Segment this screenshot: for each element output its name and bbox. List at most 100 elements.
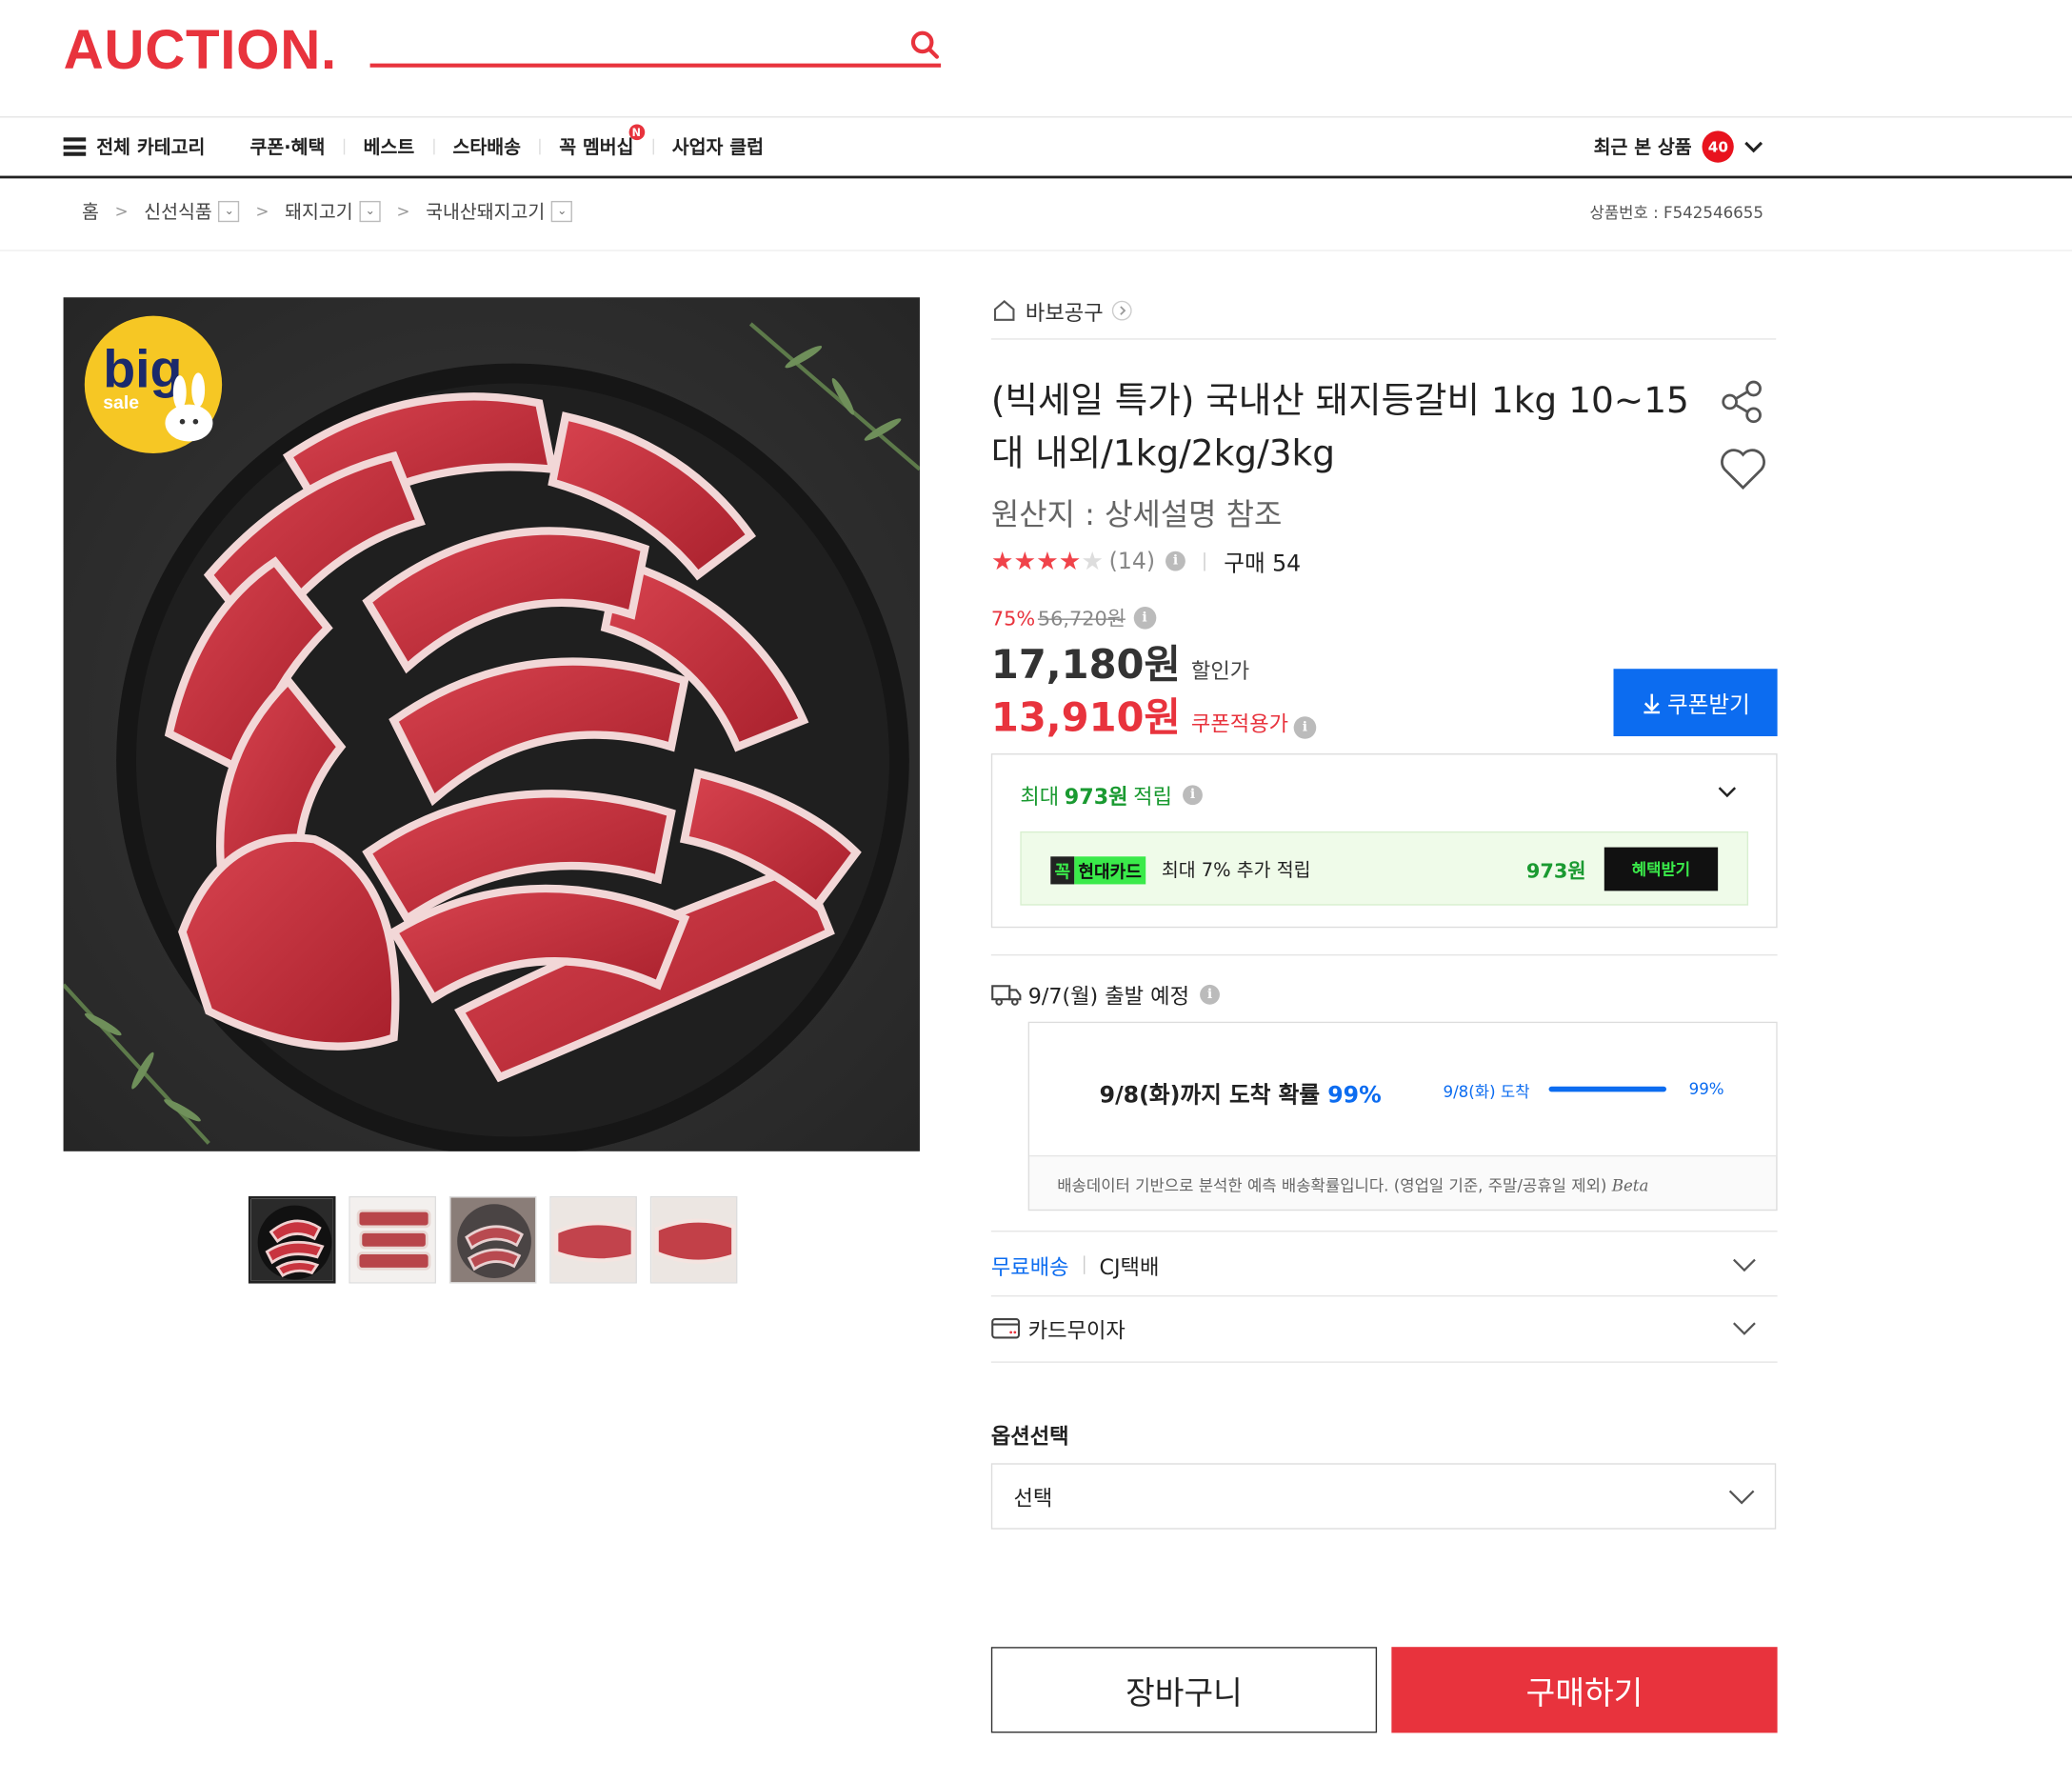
share-icon[interactable] xyxy=(1718,378,1765,426)
nav-separator xyxy=(343,138,346,155)
arrival-percent: 99% xyxy=(1327,1082,1382,1110)
coupon-price: 13,910원 xyxy=(990,694,1181,742)
truck-icon xyxy=(991,985,1022,1006)
all-category-label: 전체 카테고리 xyxy=(96,137,206,159)
card-benefit-amount: 973원 xyxy=(1525,859,1586,884)
chevron-down-icon xyxy=(1728,1490,1755,1505)
installment-label: 카드무이자 xyxy=(1027,1317,1126,1344)
chevron-down-icon[interactable]: ⌄ xyxy=(359,200,381,223)
arrival-note: 배송데이터 기반으로 분석한 예측 배송확률입니다. (영업일 기준, 주말/공… xyxy=(1057,1173,1648,1196)
coupon-price-label: 쿠폰적용가 xyxy=(1190,711,1289,737)
chevron-down-icon[interactable]: ⌄ xyxy=(218,200,240,223)
discount-percent: 75% xyxy=(990,606,1036,631)
nav-item-business-club[interactable]: 사업자 클럽 xyxy=(672,133,764,160)
thumbnail[interactable] xyxy=(349,1195,436,1284)
rating-stars: ★★★★★ xyxy=(990,546,1105,576)
nav-item-star-delivery[interactable]: 스타배송 xyxy=(453,133,522,160)
shipping-divider xyxy=(990,953,1778,956)
thumbnail-list xyxy=(248,1195,738,1284)
product-main-image[interactable]: big sale xyxy=(63,297,920,1151)
thumbnail[interactable] xyxy=(448,1195,537,1284)
info-icon[interactable]: i xyxy=(1200,984,1220,1005)
review-count[interactable]: (14) xyxy=(1109,548,1155,574)
add-to-cart-button[interactable]: 장바구니 xyxy=(990,1647,1378,1733)
thumbnail[interactable] xyxy=(649,1195,738,1284)
store-link[interactable]: 바보공구 xyxy=(991,294,1132,326)
card-brand: 현대카드 xyxy=(1074,856,1146,885)
buy-now-button[interactable]: 구매하기 xyxy=(1391,1647,1778,1733)
chevron-down-icon[interactable] xyxy=(1715,780,1739,804)
arrival-bar-label: 9/8(화) 도착 xyxy=(1443,1082,1530,1102)
option-select[interactable]: 선택 xyxy=(990,1463,1777,1530)
info-icon[interactable]: i xyxy=(1293,716,1317,739)
nav-item-membership[interactable]: 꼭 멤버십 N xyxy=(559,124,645,160)
chevron-down-icon[interactable]: ⌄ xyxy=(551,200,573,223)
sale-price-row: 17,180원 할인가 xyxy=(991,631,1249,690)
free-shipping-label: 무료배송 xyxy=(990,1254,1069,1280)
purchase-count: 구매 54 xyxy=(1224,551,1302,578)
store-name: 바보공구 xyxy=(1025,300,1104,326)
breadcrumb-home[interactable]: 홈 xyxy=(82,198,99,225)
reward-title-suffix: 적립 xyxy=(1133,783,1173,810)
sale-price: 17,180원 xyxy=(990,642,1181,690)
departure-row: 9/7(월) 출발 예정 i xyxy=(991,978,1220,1010)
all-category-button[interactable]: 전체 카테고리 xyxy=(63,133,206,160)
nav-item-membership-label: 꼭 멤버십 xyxy=(559,137,634,159)
breadcrumb-item-domestic-pork[interactable]: 국내산돼지고기 xyxy=(426,198,545,225)
heart-icon[interactable] xyxy=(1718,447,1768,491)
benefit-button[interactable]: 혜택받기 xyxy=(1604,847,1719,891)
home-icon xyxy=(993,300,1015,321)
recent-count-badge: 40 xyxy=(1702,130,1735,163)
info-icon[interactable]: i xyxy=(1183,784,1203,805)
chevron-right-icon: > xyxy=(114,202,129,221)
main-nav: 전체 카테고리 쿠폰·혜택 베스트 스타배송 꼭 멤버십 N 사업자 클럽 xyxy=(63,118,764,176)
original-price: 56,720원 xyxy=(1037,607,1126,631)
nav-item-best[interactable]: 베스트 xyxy=(364,133,415,160)
chevron-down-icon[interactable] xyxy=(1731,1315,1758,1342)
recent-products-button[interactable]: 최근 본 상품 40 xyxy=(1593,130,1766,163)
search-icon[interactable] xyxy=(909,30,941,61)
product-number: 상품번호 : F542546655 xyxy=(1589,203,1763,223)
arrival-bar-percent: 99% xyxy=(1688,1079,1724,1099)
card-benefit-text: 최대 7% 추가 적립 xyxy=(1161,860,1311,882)
option-label: 옵션선택 xyxy=(990,1423,1069,1450)
beta-label: Beta xyxy=(1611,1176,1649,1195)
discount-row: 75% 56,720원 i xyxy=(991,604,1156,631)
breadcrumb-item-fresh[interactable]: 신선식품 xyxy=(144,198,212,225)
reward-amount: 973원 xyxy=(1064,783,1128,810)
arrival-note-text: 배송데이터 기반으로 분석한 예측 배송확률입니다. (영업일 기준, 주말/공… xyxy=(1057,1176,1607,1195)
store-divider xyxy=(990,338,1777,340)
arrival-progress-bar xyxy=(1548,1086,1667,1092)
divider xyxy=(990,1361,1778,1363)
arrival-text: 9/8(화)까지 도착 확률 xyxy=(1099,1082,1328,1110)
search-input[interactable] xyxy=(369,63,942,68)
reward-title[interactable]: 최대 973원 적립 i xyxy=(1020,778,1203,810)
card-k-mark: 꼭 xyxy=(1050,856,1075,885)
menu-icon xyxy=(63,137,87,156)
chevron-down-icon[interactable] xyxy=(1731,1251,1758,1278)
installment-row[interactable]: 카드무이자 xyxy=(991,1312,1126,1344)
card-icon xyxy=(991,1317,1021,1339)
rating-row: ★★★★★ (14) i 구매 54 xyxy=(991,545,1301,578)
recent-products-label: 최근 본 상품 xyxy=(1593,137,1692,159)
option-select-value: 선택 xyxy=(1013,1485,1053,1512)
badge-big-text: big xyxy=(103,340,182,399)
sale-price-label: 할인가 xyxy=(1190,658,1250,684)
nav-item-coupon[interactable]: 쿠폰·혜택 xyxy=(250,133,326,160)
download-icon xyxy=(1644,692,1660,713)
info-icon[interactable]: i xyxy=(1166,551,1185,571)
breadcrumb-item-pork[interactable]: 돼지고기 xyxy=(285,198,353,225)
product-title: (빅세일 특가) 국내산 돼지등갈비 1kg 10~15대 내외/1kg/2kg… xyxy=(990,380,1689,475)
info-icon[interactable]: i xyxy=(1133,607,1156,630)
auction-logo[interactable]: AUCTION. xyxy=(64,21,337,79)
nav-separator xyxy=(651,138,654,155)
coupon-button-label: 쿠폰받기 xyxy=(1667,692,1750,718)
departure-text: 9/7(월) 출발 예정 xyxy=(1027,983,1190,1009)
chevron-right-icon: > xyxy=(255,202,269,221)
thumbnail[interactable] xyxy=(549,1195,637,1284)
coupon-download-button[interactable]: 쿠폰받기 xyxy=(1613,669,1778,737)
coupon-price-row: 13,910원 쿠폰적용가 i xyxy=(990,685,1317,743)
thumbnail[interactable] xyxy=(248,1195,336,1284)
free-shipping-row[interactable]: 무료배송 CJ택배 xyxy=(991,1249,1160,1280)
chevron-right-icon xyxy=(1111,300,1132,321)
